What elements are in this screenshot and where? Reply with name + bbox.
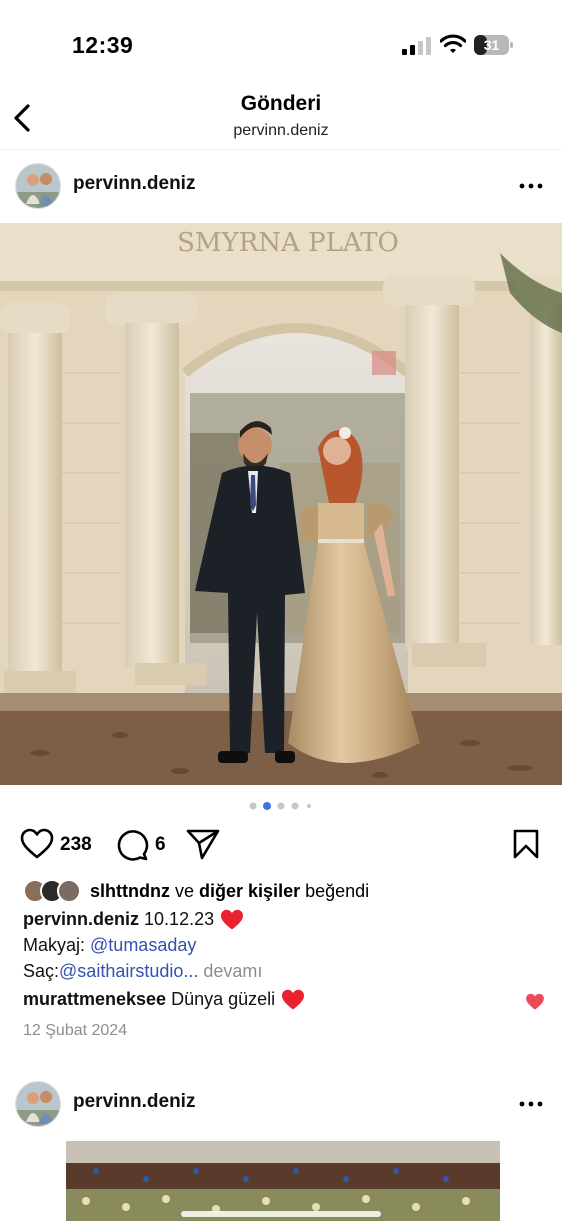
page-subtitle-username[interactable]: pervinn.deniz (0, 122, 562, 140)
comment-text: Dünya güzeli (171, 989, 276, 1009)
post-header: pervinn.deniz (0, 156, 562, 216)
caption-text: 10.12.23 (144, 909, 215, 929)
liked-by-connector: ve (175, 881, 195, 901)
sign-lettering: SMYRNA PLATO (177, 228, 399, 258)
makeup-label: Makyaj: (23, 935, 86, 955)
comment-preview[interactable]: murattmeneksee Dünya güzeli (23, 989, 306, 1011)
author-avatar[interactable] (15, 163, 61, 209)
carousel-dot (291, 802, 299, 810)
comment-like-heart-icon[interactable] (525, 993, 545, 1011)
next-more-options-icon[interactable] (518, 1092, 544, 1116)
status-time: 12:39 (72, 32, 134, 58)
nav-header: Gönderi pervinn.deniz (0, 80, 562, 150)
carousel-dot (277, 802, 285, 810)
caption-more-link[interactable]: devamı (203, 961, 262, 981)
next-author-avatar[interactable] (15, 1081, 61, 1127)
carousel-dot (263, 802, 271, 810)
liked-by-line[interactable]: slhttndnz ve diğer kişiler beğendi (23, 879, 543, 905)
hair-label: Saç: (23, 961, 60, 981)
battery-level: 31 (483, 37, 500, 53)
comment-bubble-icon[interactable] (115, 828, 149, 862)
wifi-icon (440, 34, 466, 53)
liker-avatars (23, 879, 81, 903)
caption-line-2: Makyaj: @tumasaday (23, 935, 196, 956)
carousel-dot (249, 802, 257, 810)
post-date: 12 Şubat 2024 (23, 1022, 128, 1039)
liked-by-username[interactable]: slhttndnz (90, 881, 170, 901)
bookmark-icon[interactable] (512, 828, 540, 860)
page-title: Gönderi (240, 92, 322, 115)
caption-author[interactable]: pervinn.deniz (23, 909, 139, 929)
status-bar: 12:39 31 (0, 0, 562, 80)
liked-by-others[interactable]: diğer kişiler (199, 881, 300, 901)
cellular-signal-icon (402, 37, 431, 55)
post-photo[interactable]: SMYRNA PLATO (0, 223, 562, 785)
red-heart-emoji-icon (221, 909, 244, 930)
red-heart-emoji-icon (282, 989, 305, 1010)
next-post-photo[interactable] (66, 1141, 500, 1221)
likes-count[interactable]: 238 (60, 834, 92, 856)
more-options-icon[interactable] (518, 174, 544, 198)
carousel-indicator (249, 802, 311, 810)
next-post-author-username[interactable]: pervinn.deniz (73, 1091, 195, 1113)
next-post-header: pervinn.deniz (0, 1074, 562, 1134)
post-actions: 238 6 (0, 824, 562, 868)
share-paper-plane-icon[interactable] (186, 828, 220, 860)
battery-icon: 31 (474, 35, 514, 55)
like-heart-icon[interactable] (20, 828, 54, 860)
comment-author[interactable]: murattmeneksee (23, 989, 166, 1009)
makeup-mention-link[interactable]: @tumasaday (90, 935, 196, 955)
caption-line-3: Saç:@saithairstudio... devamı (23, 961, 262, 982)
liked-by-suffix: beğendi (305, 881, 370, 901)
hair-mention-link[interactable]: @saithairstudio... (59, 961, 198, 981)
comments-count[interactable]: 6 (155, 834, 166, 856)
carousel-dot (307, 804, 311, 808)
post-author-username[interactable]: pervinn.deniz (73, 173, 195, 195)
caption-line-1: pervinn.deniz 10.12.23 (23, 909, 245, 931)
